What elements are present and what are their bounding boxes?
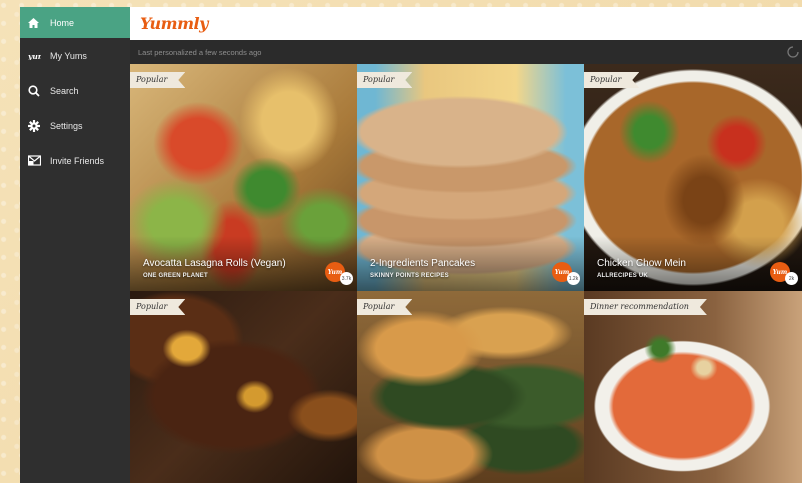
recipe-grid: Popular Avocatta Lasagna Rolls (Vegan) O… <box>130 64 802 483</box>
recipe-image <box>584 291 802 483</box>
gear-icon <box>28 119 48 132</box>
sidebar-item-label: Invite Friends <box>50 155 105 166</box>
sidebar-item-label: Settings <box>50 120 83 131</box>
sidebar-item-my-yums[interactable]: yum My Yums <box>20 38 130 73</box>
dinner-recommendation-ribbon: Dinner recommendation <box>584 299 707 315</box>
recipe-image <box>130 291 357 483</box>
recipe-title: Chicken Chow Mein <box>597 258 686 269</box>
yummly-app-window: Home yum My Yums Search Settings Invite … <box>20 7 802 483</box>
popular-ribbon: Popular <box>584 72 639 88</box>
sidebar-item-label: My Yums <box>50 50 87 61</box>
popular-ribbon: Popular <box>357 72 412 88</box>
recipe-card[interactable]: Popular <box>130 291 357 483</box>
recipe-title: 2-Ingredients Pancakes <box>370 258 476 269</box>
sidebar-item-label: Search <box>50 85 79 96</box>
refresh-icon[interactable] <box>786 45 800 64</box>
recipe-source: ONE GREEN PLANET <box>143 273 208 279</box>
app-header: Yummly <box>130 7 802 40</box>
invite-icon <box>28 155 48 166</box>
yum-count: 1.2k <box>567 272 580 285</box>
status-bar: Last personalized a few seconds ago <box>130 40 802 64</box>
recipe-source: ALLRECIPES UK <box>597 273 648 279</box>
popular-ribbon: Popular <box>130 72 185 88</box>
sidebar-item-search[interactable]: Search <box>20 73 130 108</box>
recipe-card[interactable]: Popular Avocatta Lasagna Rolls (Vegan) O… <box>130 64 357 291</box>
svg-text:yum: yum <box>28 52 41 60</box>
sidebar-item-invite-friends[interactable]: Invite Friends <box>20 143 130 178</box>
sidebar: Home yum My Yums Search Settings Invite … <box>20 7 130 483</box>
status-text: Last personalized a few seconds ago <box>138 47 262 57</box>
yum-icon: yum <box>28 52 48 60</box>
home-icon <box>28 17 48 28</box>
popular-ribbon: Popular <box>130 299 185 315</box>
recipe-card[interactable]: Popular 2-Ingredients Pancakes SKINNY PO… <box>357 64 584 291</box>
search-icon <box>28 84 48 97</box>
yummly-logo[interactable]: Yummly <box>140 14 208 33</box>
yum-count: 3.7k <box>340 272 353 285</box>
sidebar-item-label: Home <box>50 17 75 28</box>
popular-ribbon: Popular <box>357 299 412 315</box>
recipe-card[interactable]: Popular Chicken Chow Mein ALLRECIPES UK … <box>584 64 802 291</box>
yum-count: 2k <box>785 272 798 285</box>
recipe-image <box>357 291 584 483</box>
recipe-source: SKINNY POINTS RECIPES <box>370 273 449 279</box>
sidebar-item-settings[interactable]: Settings <box>20 108 130 143</box>
sidebar-item-home[interactable]: Home <box>20 7 130 38</box>
recipe-card[interactable]: Popular <box>357 291 584 483</box>
recipe-title: Avocatta Lasagna Rolls (Vegan) <box>143 258 286 269</box>
recipe-card[interactable]: Dinner recommendation <box>584 291 802 483</box>
